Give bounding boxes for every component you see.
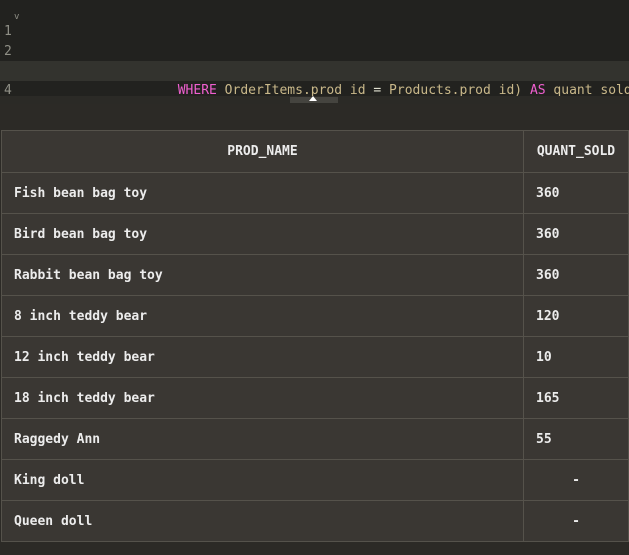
table-row[interactable]: 12 inch teddy bear 10 — [1, 336, 629, 378]
cell-prod-name[interactable]: Raggedy Ann — [1, 418, 524, 460]
cell-quant-sold[interactable]: 360 — [523, 254, 629, 296]
table-row[interactable]: Fish bean bag toy 360 — [1, 172, 629, 214]
code-line[interactable]: 3 WHERE OrderItems.prod_id = Products.pr… — [0, 41, 629, 98]
code-line[interactable]: 1 v SELECT prod_name, (SELECT SUM(quanti… — [0, 2, 629, 79]
cell-quant-sold[interactable]: 10 — [523, 336, 629, 378]
table-row[interactable]: Queen doll - — [1, 500, 629, 542]
cell-quant-sold[interactable]: 120 — [523, 295, 629, 337]
cell-quant-sold[interactable]: 360 — [523, 172, 629, 214]
cell-prod-name[interactable]: 18 inch teddy bear — [1, 377, 524, 419]
code-line-active[interactable]: 4 FROM Products; — [0, 61, 629, 118]
cell-prod-name[interactable]: 12 inch teddy bear — [1, 336, 524, 378]
cell-quant-sold[interactable]: 360 — [523, 213, 629, 255]
cell-quant-sold[interactable]: 165 — [523, 377, 629, 419]
cell-prod-name[interactable]: Bird bean bag toy — [1, 213, 524, 255]
collapse-up-arrow-icon[interactable] — [309, 96, 317, 101]
cell-prod-name[interactable]: Fish bean bag toy — [1, 172, 524, 214]
table-row[interactable]: 8 inch teddy bear 120 — [1, 295, 629, 337]
cell-quant-sold[interactable]: - — [523, 459, 629, 501]
cell-quant-sold[interactable]: 55 — [523, 418, 629, 460]
column-header-quant-sold[interactable]: QUANT_SOLD — [523, 130, 629, 173]
cell-prod-name[interactable]: Queen doll — [1, 500, 524, 542]
table-row[interactable]: Raggedy Ann 55 — [1, 418, 629, 460]
results-table: PROD_NAME QUANT_SOLD Fish bean bag toy 36… — [1, 130, 629, 542]
cell-prod-name[interactable]: King doll — [1, 459, 524, 501]
results-panel: PROD_NAME QUANT_SOLD Fish bean bag toy 36… — [0, 104, 629, 555]
sql-editor[interactable]: 1 v SELECT prod_name, (SELECT SUM(quanti… — [0, 0, 629, 118]
cell-prod-name[interactable]: Rabbit bean bag toy — [1, 254, 524, 296]
table-header-row: PROD_NAME QUANT_SOLD — [1, 130, 629, 173]
cell-quant-sold[interactable]: - — [523, 500, 629, 542]
table-row[interactable]: Bird bean bag toy 360 — [1, 213, 629, 255]
table-row[interactable]: King doll - — [1, 459, 629, 501]
table-row[interactable]: Rabbit bean bag toy 360 — [1, 254, 629, 296]
table-row[interactable]: 18 inch teddy bear 165 — [1, 377, 629, 419]
column-header-prod-name[interactable]: PROD_NAME — [1, 130, 524, 173]
cell-prod-name[interactable]: 8 inch teddy bear — [1, 295, 524, 337]
code-line[interactable]: 2 FROM OrderItems — [0, 22, 629, 79]
